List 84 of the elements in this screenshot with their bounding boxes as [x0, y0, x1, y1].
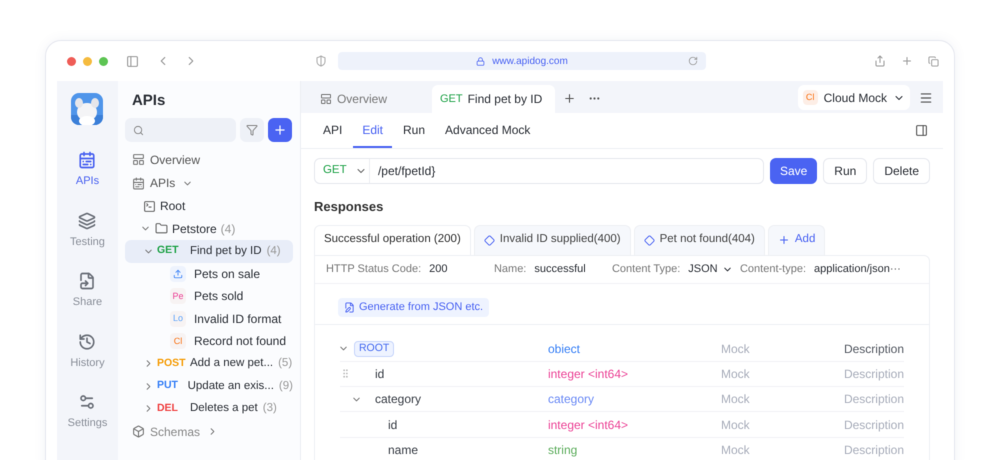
- panel-icon[interactable]: [915, 124, 928, 137]
- field-name: category: [374, 391, 421, 408]
- sub-tab[interactable]: Edit: [353, 113, 392, 148]
- editor-tab[interactable]: GET Find pet by ID: [432, 85, 555, 113]
- filter-icon: [246, 124, 258, 136]
- overview-icon: [320, 93, 332, 105]
- action-button[interactable]: Save: [770, 158, 818, 184]
- sub-tab[interactable]: API: [314, 113, 352, 148]
- tabs-icon[interactable]: [928, 56, 939, 66]
- sub-tab[interactable]: Advanced Mock: [436, 113, 540, 148]
- field-type: integer <int64>: [548, 416, 630, 434]
- endpoint-item[interactable]: POST Add a new pet... (5): [124, 352, 293, 375]
- sidebar-title: APIs: [130, 91, 166, 110]
- example-item[interactable]: Pe Pets sold: [124, 285, 293, 308]
- address-bar[interactable]: www.apidog.com: [338, 52, 706, 70]
- search-icon: [132, 124, 144, 136]
- response-tab[interactable]: Successful operation (200): [314, 224, 471, 254]
- shield-icon: [315, 55, 327, 67]
- new-tab-icon[interactable]: [562, 92, 576, 105]
- share-icon[interactable]: [874, 55, 886, 67]
- plus-icon[interactable]: [901, 55, 913, 67]
- endpoint-item[interactable]: PUT Update an exis... (9): [124, 375, 293, 398]
- content-type-select[interactable]: JSON: [688, 260, 733, 278]
- description-field[interactable]: Description: [844, 340, 904, 358]
- response-tab[interactable]: Pet not found(404): [634, 224, 765, 254]
- url-field[interactable]: GET /pet/fpetId}: [314, 158, 764, 184]
- nav-item[interactable]: APIs: [124, 172, 293, 195]
- diamond-icon: [484, 234, 495, 246]
- example-badge: Pe: [170, 288, 186, 304]
- field-name: id: [374, 366, 384, 383]
- folder-item[interactable]: Petstore (4): [124, 218, 293, 240]
- root-tag: ROOT: [354, 340, 394, 357]
- editor-tab[interactable]: Overview: [312, 85, 432, 113]
- action-button[interactable]: Delete: [873, 158, 930, 184]
- rail-item[interactable]: APIs: [68, 151, 108, 190]
- document-link-icon: [78, 272, 96, 290]
- field-type: integer <int64>: [548, 366, 630, 383]
- field-type: obiect: [548, 340, 581, 358]
- plus-icon: [272, 123, 287, 137]
- clock-icon: [78, 332, 96, 350]
- endpoint-item[interactable]: GET Find pet by ID (4): [124, 240, 293, 262]
- calendar-icon: [78, 151, 96, 169]
- example-badge: Lo: [170, 310, 186, 327]
- sub-tab[interactable]: Run: [394, 113, 434, 148]
- sidebar-toggle-icon[interactable]: [126, 54, 139, 68]
- search-field[interactable]: [124, 118, 236, 142]
- settings-icon: [78, 393, 96, 411]
- field-type: string: [548, 442, 578, 459]
- environment-select[interactable]: Cl Cloud Mock: [798, 85, 910, 110]
- plus-icon: [778, 234, 790, 246]
- example-item[interactable]: Pets on sale: [124, 262, 293, 285]
- example-item[interactable]: Lo Invalid ID format: [124, 308, 293, 330]
- generate-button[interactable]: Generate from JSON etc.: [338, 298, 490, 316]
- field-name: id: [388, 416, 398, 434]
- field-name: name: [388, 442, 418, 459]
- example-badge: Cl: [170, 333, 186, 350]
- field-value: successful: [534, 262, 586, 277]
- endpoint-item[interactable]: DEL Deletes a pet (3): [124, 398, 293, 420]
- diamond-icon: [644, 234, 655, 246]
- layers-icon: [78, 212, 96, 230]
- filter-button[interactable]: [240, 118, 264, 142]
- field-label: Content-type:: [740, 262, 806, 277]
- edit-icon: [344, 302, 355, 312]
- field-label: Content Type:: [612, 262, 680, 277]
- field-label: HTTP Status Code:: [326, 262, 422, 277]
- response-tab[interactable]: Invalid ID supplied(400): [474, 224, 631, 254]
- action-button[interactable]: Run: [823, 158, 868, 184]
- section-title: Responses: [312, 198, 384, 216]
- field-value: application/json: [814, 262, 890, 277]
- lock-icon: [476, 56, 486, 66]
- reload-icon[interactable]: [688, 56, 698, 66]
- nav-item[interactable]: Overview: [124, 148, 293, 172]
- nav-icon: [132, 153, 145, 166]
- field-type: category: [548, 391, 595, 408]
- folder-item[interactable]: Root: [124, 195, 293, 218]
- add-button[interactable]: [268, 118, 292, 142]
- field-value: 200: [429, 262, 448, 277]
- menu-icon[interactable]: [919, 91, 933, 105]
- nav-icon: [132, 176, 145, 190]
- example-item[interactable]: Cl Record not found: [124, 330, 293, 352]
- more-button[interactable]: ···: [890, 260, 901, 278]
- nav-icon: [132, 425, 145, 438]
- field-label: Name:: [494, 262, 526, 277]
- response-tab[interactable]: Add: [768, 224, 826, 254]
